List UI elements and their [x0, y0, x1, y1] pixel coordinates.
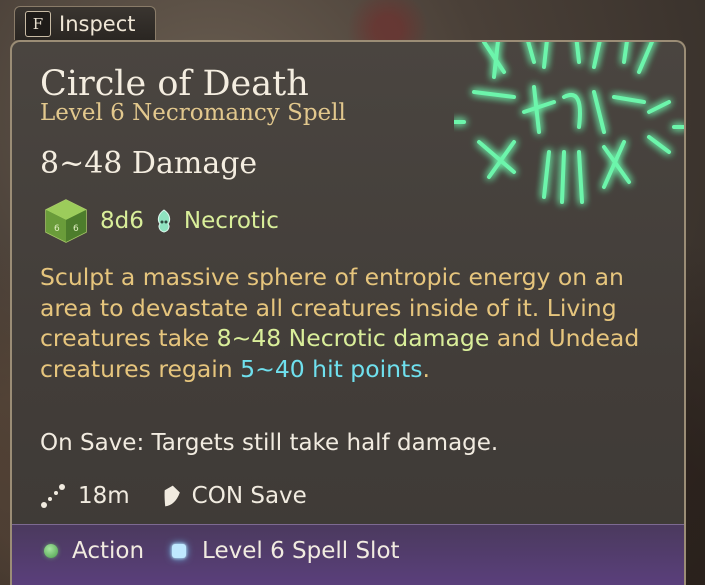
svg-text:6: 6 — [54, 224, 60, 234]
spell-slot-cost: Level 6 Spell Slot — [202, 538, 400, 564]
spell-description: Sculpt a massive sphere of entropic ener… — [40, 262, 650, 384]
range-stat: 18m — [40, 483, 130, 509]
damage-type: Necrotic — [183, 208, 279, 234]
description-heal-highlight: 5~40 hit points — [240, 354, 423, 383]
spell-subtitle: Level 6 Necromancy Spell — [40, 100, 346, 126]
description-damage-highlight: 8~48 Necrotic damage — [216, 324, 490, 352]
description-text: . — [422, 354, 430, 383]
save-stat: CON Save — [158, 483, 307, 509]
shield-icon — [164, 485, 180, 507]
action-dot-icon — [44, 544, 58, 558]
dice-row: 6 6 8d6 Necrotic — [42, 197, 279, 245]
save-value: CON Save — [191, 483, 307, 509]
necrotic-skull-icon — [157, 209, 171, 233]
range-value: 18m — [78, 483, 130, 509]
action-cost: Action — [72, 538, 145, 564]
spell-title: Circle of Death — [40, 64, 309, 104]
range-icon — [41, 484, 65, 508]
circle-of-death-spell-icon — [454, 42, 684, 204]
svg-text:6: 6 — [73, 224, 79, 234]
dice-value: 8d6 — [100, 208, 144, 234]
keybind-badge: F — [25, 10, 51, 37]
spell-tooltip: Circle of Death Level 6 Necromancy Spell… — [10, 40, 686, 585]
inspect-label: Inspect — [59, 11, 136, 36]
d6-dice-icon: 6 6 — [45, 199, 87, 243]
damage-range: 8~48 Damage — [40, 146, 258, 181]
cost-row: Action Level 6 Spell Slot — [44, 538, 400, 564]
stats-row: 18m CON Save — [40, 483, 321, 509]
inspect-tab[interactable]: F Inspect — [14, 6, 156, 40]
spell-slot-icon — [172, 544, 187, 558]
on-save-text: On Save: Targets still take half damage. — [40, 430, 499, 456]
